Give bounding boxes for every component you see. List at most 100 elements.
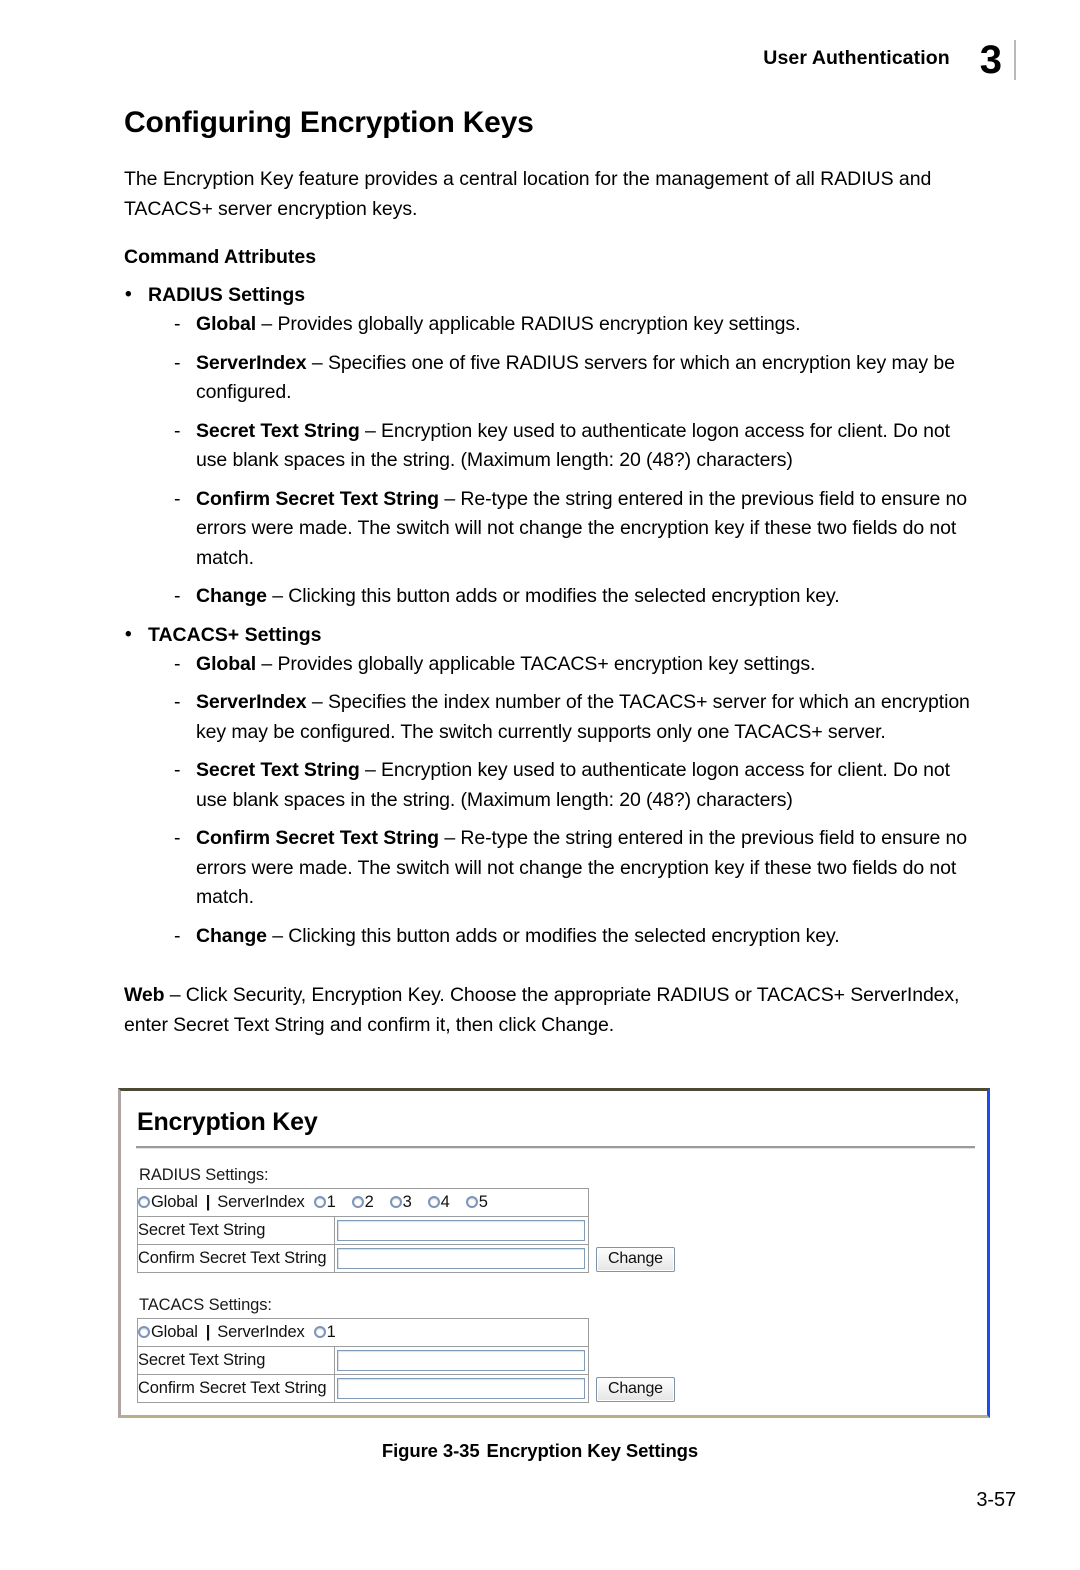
term: Change xyxy=(196,585,267,608)
page-number: 3-57 xyxy=(976,1489,1016,1511)
web-text: – Click Security, Encryption Key. Choose… xyxy=(124,984,960,1036)
definition: – Provides globally applicable TACACS+ e… xyxy=(256,652,816,675)
term: Secret Text String xyxy=(196,759,360,782)
term: ServerIndex xyxy=(196,691,307,714)
radius-item-change: Change – Clicking this button adds or mo… xyxy=(148,582,986,612)
radio-icon[interactable] xyxy=(313,1196,326,1208)
radius-confirm-label: Confirm Secret Text String xyxy=(137,1243,335,1273)
bullet-radius-settings-label: RADIUS Settings xyxy=(148,284,306,307)
radius-confirm-input[interactable] xyxy=(337,1247,585,1269)
tacacs-confirm-field-cell xyxy=(334,1373,589,1403)
intro-paragraph: The Encryption Key feature provides a ce… xyxy=(124,168,932,220)
tacacs-item-global: Global – Provides globally applicable TA… xyxy=(148,650,986,680)
radius-serverindex-option-4-label: 4 xyxy=(440,1192,450,1211)
tacacs-item-serverindex: ServerIndex – Specifies the index number… xyxy=(148,688,986,747)
radius-confirm-row: Confirm Secret Text String xyxy=(137,1243,589,1273)
radius-serverindex-option-2-label: 2 xyxy=(364,1192,374,1211)
figure-caption-title: Encryption Key Settings xyxy=(486,1440,699,1461)
tacacs-confirm-label: Confirm Secret Text String xyxy=(137,1373,335,1403)
web-label: Web xyxy=(124,984,165,1007)
tacacs-index-row: Global | ServerIndex 1 xyxy=(137,1317,589,1347)
radius-separator: | xyxy=(205,1192,211,1211)
radio-icon[interactable] xyxy=(138,1326,150,1338)
tacacs-secret-field-cell xyxy=(334,1345,589,1375)
radius-confirm-field-cell xyxy=(334,1243,589,1273)
tacacs-change-button[interactable]: Change xyxy=(596,1376,675,1402)
tacacs-secret-input[interactable] xyxy=(337,1349,585,1371)
radius-serverindex-option-3[interactable]: 3 xyxy=(389,1192,412,1212)
definition: – Clicking this button adds or modifies … xyxy=(266,924,840,947)
radio-icon[interactable] xyxy=(351,1196,364,1208)
term: Confirm Secret Text String xyxy=(196,487,439,510)
definition: – Specifies one of five RADIUS servers f… xyxy=(196,351,955,404)
radius-global-option[interactable]: Global xyxy=(138,1193,198,1212)
radius-serverindex-option-3-label: 3 xyxy=(402,1192,412,1211)
tacacs-global-label: Global xyxy=(151,1322,198,1341)
term: Global xyxy=(196,652,257,675)
tacacs-item-change: Change – Clicking this button adds or mo… xyxy=(148,922,986,952)
radius-secret-label: Secret Text String xyxy=(137,1215,335,1245)
radio-icon[interactable] xyxy=(427,1196,440,1208)
tacacs-serverindex-label: ServerIndex xyxy=(217,1322,305,1341)
tacacs-global-option[interactable]: Global xyxy=(138,1323,198,1342)
tacacs-index-cell: Global | ServerIndex 1 xyxy=(137,1317,589,1347)
radio-icon[interactable] xyxy=(465,1196,478,1208)
tacacs-sublist: Global – Provides globally applicable TA… xyxy=(148,650,986,952)
definition: – Clicking this button adds or modifies … xyxy=(266,585,840,608)
chapter-number: 3 xyxy=(980,40,1016,80)
radius-serverindex-label: ServerIndex xyxy=(217,1192,305,1211)
term: Confirm Secret Text String xyxy=(196,827,439,850)
tacacs-serverindex-option-1-label: 1 xyxy=(326,1322,336,1341)
term: Change xyxy=(196,924,267,947)
bullet-tacacs-settings-label: TACACS+ Settings xyxy=(148,623,322,646)
radius-serverindex-option-2[interactable]: 2 xyxy=(351,1192,374,1212)
radius-form-row: Global | ServerIndex 1 2 3 4 5 Secret Te… xyxy=(137,1187,987,1273)
figure-caption: Figure 3-35 Encryption Key Settings xyxy=(0,1440,1080,1462)
radio-icon[interactable] xyxy=(313,1326,326,1338)
radius-secret-input[interactable] xyxy=(337,1219,585,1241)
tacacs-settings-table: Global | ServerIndex 1 Secret Text Strin… xyxy=(137,1317,589,1403)
radius-item-serverindex: ServerIndex – Specifies one of five RADI… xyxy=(148,349,986,408)
radius-settings-table: Global | ServerIndex 1 2 3 4 5 Secret Te… xyxy=(137,1187,589,1273)
radius-serverindex-option-1[interactable]: 1 xyxy=(313,1192,336,1212)
radius-index-row: Global | ServerIndex 1 2 3 4 5 xyxy=(137,1187,589,1217)
radius-serverindex-option-1-label: 1 xyxy=(326,1192,336,1211)
radius-serverindex-option-5[interactable]: 5 xyxy=(465,1193,488,1212)
radius-secret-field-cell xyxy=(334,1215,589,1245)
definition: – Provides globally applicable RADIUS en… xyxy=(256,313,801,336)
running-header-title: User Authentication xyxy=(763,47,950,70)
tacacs-item-confirm-secret-text-string: Confirm Secret Text String – Re-type the… xyxy=(148,824,986,913)
radio-icon[interactable] xyxy=(138,1196,150,1208)
running-header: User Authentication 3 xyxy=(763,36,1016,84)
figure-caption-number: Figure 3-35 xyxy=(381,1440,480,1461)
tacacs-confirm-row: Confirm Secret Text String xyxy=(137,1373,589,1403)
radius-change-button[interactable]: Change xyxy=(596,1246,675,1272)
tacacs-secret-row: Secret Text String xyxy=(137,1345,589,1375)
screenshot-body: RADIUS Settings: Global | ServerIndex 1 … xyxy=(121,1149,987,1403)
bullet-tacacs-settings: TACACS+ Settings Global – Provides globa… xyxy=(124,620,986,952)
radius-item-global: Global – Provides globally applicable RA… xyxy=(148,310,986,340)
page-title: Configuring Encryption Keys xyxy=(124,106,534,139)
tacacs-serverindex-option-1[interactable]: 1 xyxy=(313,1322,336,1342)
tacacs-confirm-input[interactable] xyxy=(337,1377,585,1399)
radio-icon[interactable] xyxy=(389,1196,402,1208)
tacacs-form-row: Global | ServerIndex 1 Secret Text Strin… xyxy=(137,1317,987,1403)
command-attributes-heading: Command Attributes xyxy=(124,246,317,268)
radius-secret-row: Secret Text String xyxy=(137,1215,589,1245)
radius-section-label: RADIUS Settings: xyxy=(139,1165,269,1184)
term: Global xyxy=(196,313,257,336)
radius-item-confirm-secret-text-string: Confirm Secret Text String – Re-type the… xyxy=(148,485,986,574)
bullet-radius-settings: RADIUS Settings Global – Provides global… xyxy=(124,280,986,612)
radius-button-slot: Change xyxy=(589,1188,675,1272)
radius-global-label: Global xyxy=(151,1192,198,1211)
page-content: Configuring Encryption Keys The Encrypti… xyxy=(124,106,986,1040)
tacacs-item-secret-text-string: Secret Text String – Encryption key used… xyxy=(148,756,986,815)
radius-serverindex-option-4[interactable]: 4 xyxy=(427,1192,450,1212)
tacacs-section-label: TACACS Settings: xyxy=(139,1295,272,1314)
radius-sublist: Global – Provides globally applicable RA… xyxy=(148,310,986,612)
web-instructions: Web – Click Security, Encryption Key. Ch… xyxy=(124,981,986,1040)
term: Secret Text String xyxy=(196,419,360,442)
definition: – Specifies the index number of the TACA… xyxy=(196,691,970,743)
encryption-key-screenshot-panel: Encryption Key RADIUS Settings: Global |… xyxy=(118,1088,990,1418)
term: ServerIndex xyxy=(196,351,307,374)
